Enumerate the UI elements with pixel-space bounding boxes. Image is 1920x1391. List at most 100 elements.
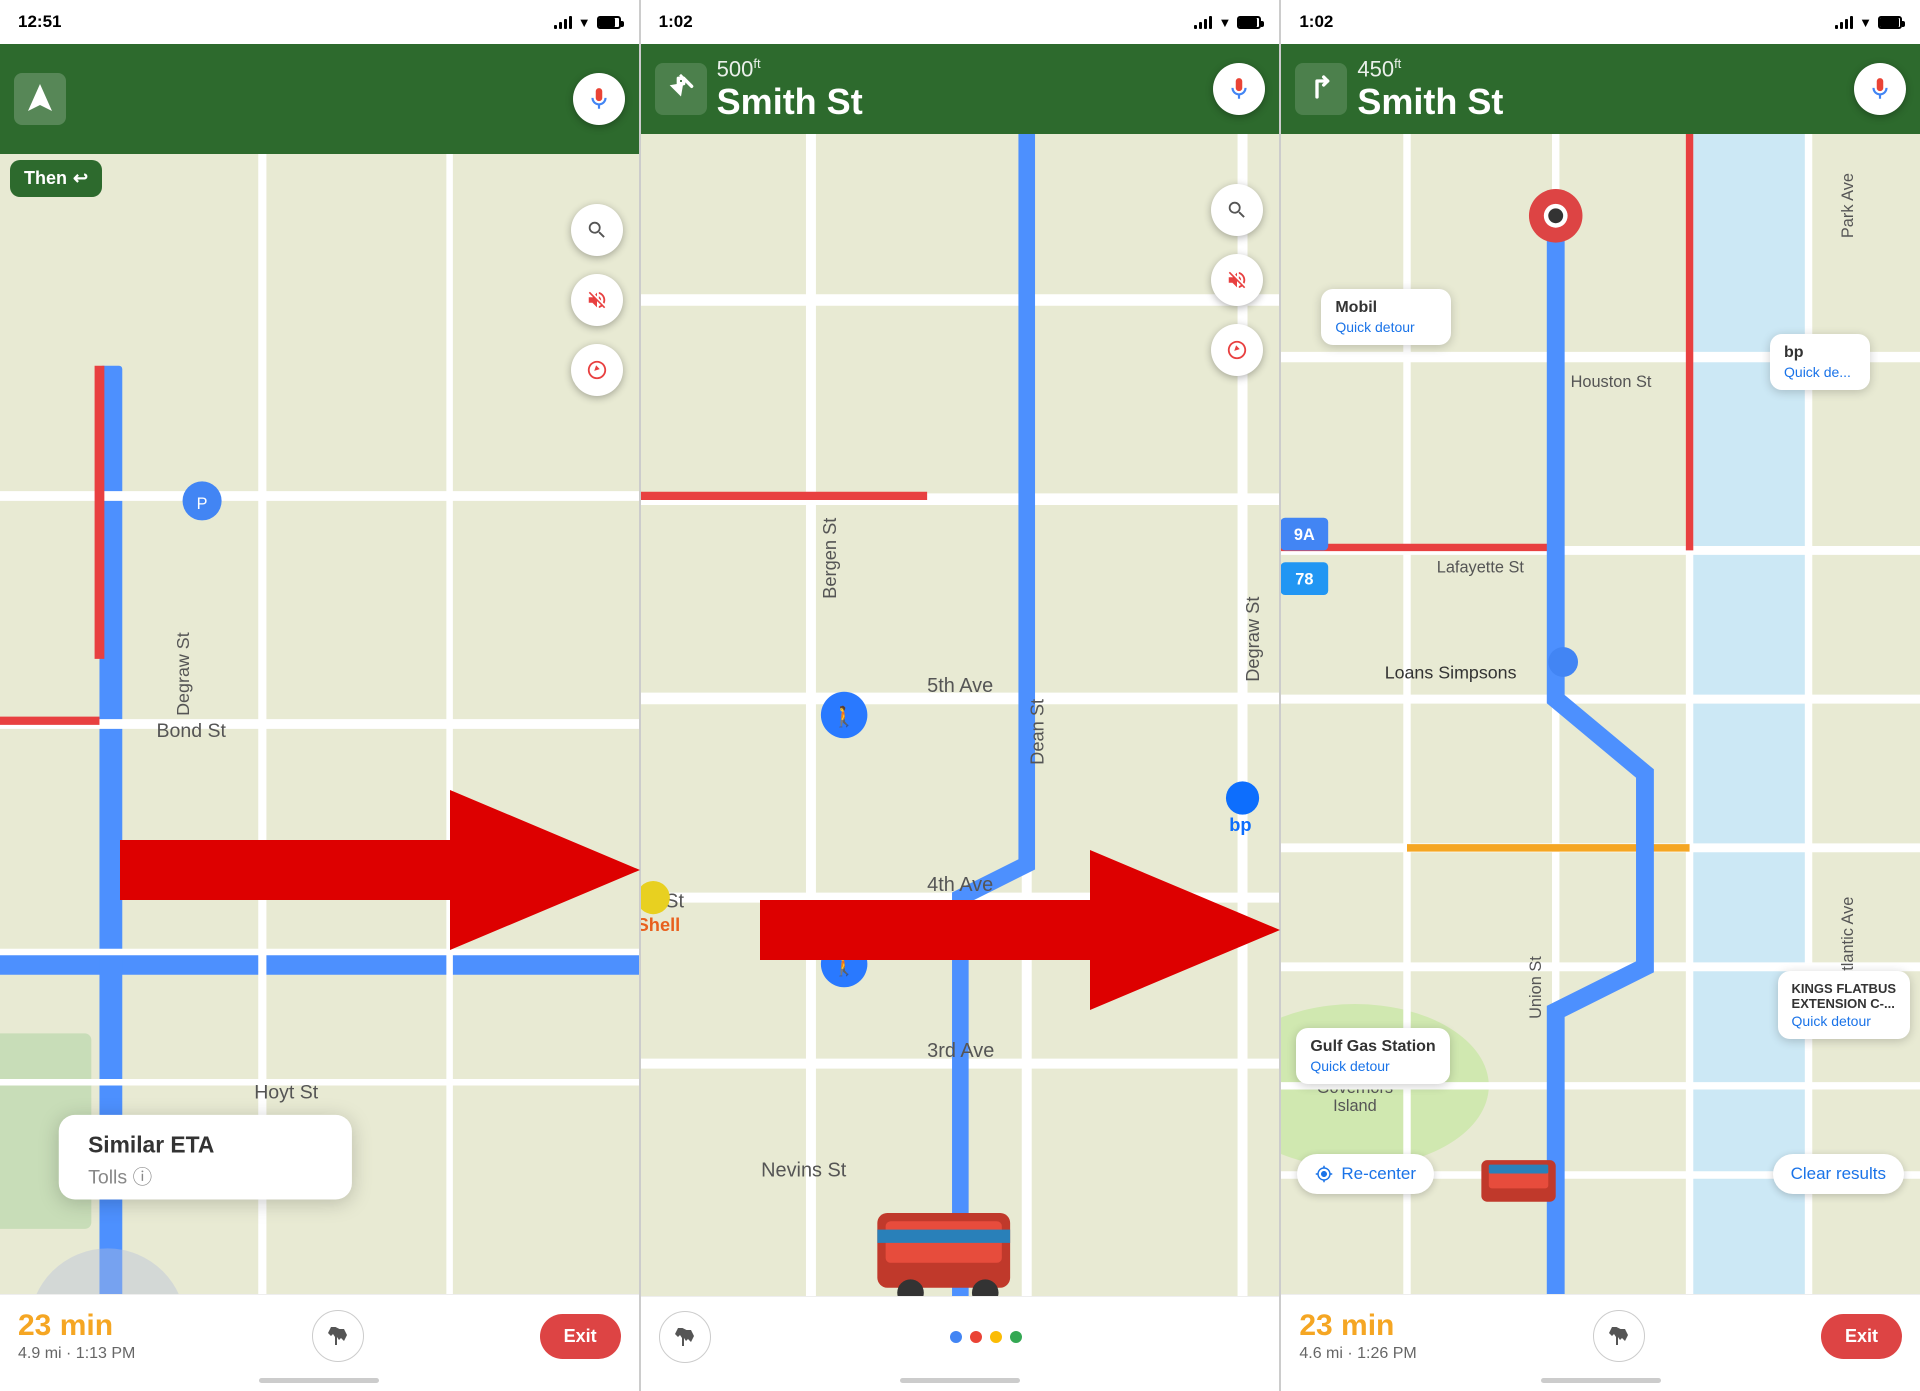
routes-button-1[interactable] [312, 1310, 364, 1362]
kings-sub: Quick detour [1792, 1013, 1896, 1029]
svg-text:Dean St: Dean St [1026, 699, 1047, 765]
svg-text:Nevins St: Nevins St [761, 1159, 847, 1181]
map-svg-1: Boerum Park Thomas Green [0, 154, 639, 1294]
svg-text:4th Ave: 4th Ave [927, 874, 993, 896]
gulf-popup: Gulf Gas Station Quick detour [1296, 1028, 1449, 1084]
battery-icon-1 [597, 16, 621, 29]
status-icons-1: ▼ [554, 15, 621, 30]
battery-icon-3 [1878, 16, 1902, 29]
status-bar-1: 12:51 ▼ [0, 0, 639, 44]
map-area-3[interactable]: Governors Island Houston St La [1281, 134, 1920, 1294]
nav-street-3: Smith St [1357, 82, 1503, 122]
svg-text:Loans Simpsons: Loans Simpsons [1385, 662, 1517, 682]
nav-header-left-2: 500ft Smith St [655, 56, 863, 122]
bottom-bar-1: 23 min 4.9 mi · 1:13 PM Exit [0, 1294, 639, 1391]
bp-popup: bp Quick de... [1770, 334, 1870, 390]
signal-icon-1 [554, 15, 572, 29]
eta-section-3: 23 min 4.6 mi · 1:26 PM [1299, 1309, 1416, 1363]
battery-icon-2 [1237, 16, 1261, 29]
bp-name: bp [1784, 344, 1856, 362]
svg-text:78: 78 [1296, 571, 1314, 589]
svg-text:Bond St: Bond St [156, 720, 226, 742]
nav-turn-icon-3 [1295, 63, 1347, 115]
nav-street-2: Smith St [717, 82, 863, 122]
signal-icon-2 [1194, 15, 1212, 29]
svg-text:Tolls ⓘ: Tolls ⓘ [88, 1166, 152, 1188]
svg-text:Houston St: Houston St [1571, 373, 1652, 391]
status-time-3: 1:02 [1299, 12, 1333, 32]
nav-distance-3: 450ft [1357, 56, 1503, 82]
svg-text:🚶: 🚶 [831, 704, 856, 728]
search-button-1[interactable] [571, 204, 623, 256]
mic-button-2[interactable] [1213, 63, 1265, 115]
svg-text:9A: 9A [1294, 526, 1315, 544]
nav-header-1 [0, 44, 639, 154]
svg-text:5th Ave: 5th Ave [927, 675, 993, 697]
phone-panel-1: 12:51 ▼ [0, 0, 641, 1391]
svg-text:Degraw St: Degraw St [1242, 597, 1263, 682]
mute-button-1[interactable] [571, 274, 623, 326]
svg-text:🚶: 🚶 [831, 953, 856, 977]
nav-direction-icon-1 [14, 73, 66, 125]
map-area-2[interactable]: Bergen St Bergen St Dean St Degraw St 5t… [641, 134, 1280, 1296]
map-svg-2: Bergen St Bergen St Dean St Degraw St 5t… [641, 134, 1280, 1296]
svg-text:Shell: Shell [641, 914, 680, 935]
mic-button-1[interactable] [573, 73, 625, 125]
compass-button-1[interactable] [571, 344, 623, 396]
eta-detail-3: 4.6 mi · 1:26 PM [1299, 1345, 1416, 1363]
bp-sub: Quick de... [1784, 364, 1856, 380]
home-indicator-2 [900, 1378, 1020, 1383]
mobil-sub: Quick detour [1335, 319, 1437, 335]
phone-panel-2: 1:02 ▼ 500ft [641, 0, 1282, 1391]
svg-text:Degraw St: Degraw St [173, 632, 193, 716]
clear-results-button[interactable]: Clear results [1773, 1154, 1904, 1194]
mic-button-3[interactable] [1854, 63, 1906, 115]
svg-text:Lafayette St: Lafayette St [1437, 559, 1525, 577]
map-area-1[interactable]: Boerum Park Thomas Green [0, 154, 639, 1294]
wifi-icon-3: ▼ [1859, 15, 1872, 30]
svg-text:Similar ETA: Similar ETA [88, 1131, 214, 1157]
exit-button-1[interactable]: Exit [540, 1314, 621, 1359]
wifi-icon-2: ▼ [1218, 15, 1231, 30]
status-icons-3: ▼ [1835, 15, 1902, 30]
then-icon: ↩ [73, 168, 88, 189]
compass-button-2[interactable] [1211, 324, 1263, 376]
svg-text:3rd Ave: 3rd Ave [927, 1040, 994, 1062]
nav-header-left-3: 450ft Smith St [1295, 56, 1503, 122]
signal-icon-3 [1835, 15, 1853, 29]
nav-text-2: 500ft Smith St [717, 56, 863, 122]
kings-name: KINGS FLATBUSEXTENSION C-... [1792, 981, 1896, 1011]
status-bar-3: 1:02 ▼ [1281, 0, 1920, 44]
nav-turn-icon-2 [655, 63, 707, 115]
gulf-sub: Quick detour [1310, 1058, 1435, 1074]
eta-section-1: 23 min 4.9 mi · 1:13 PM [18, 1309, 135, 1363]
gulf-name: Gulf Gas Station [1310, 1038, 1435, 1056]
svg-text:bp: bp [1229, 814, 1251, 835]
kings-popup: KINGS FLATBUSEXTENSION C-... Quick detou… [1778, 971, 1910, 1039]
svg-text:Atlantic Ave: Atlantic Ave [1840, 897, 1858, 982]
recenter-button[interactable]: Re-center [1297, 1154, 1434, 1194]
search-button-2[interactable] [1211, 184, 1263, 236]
home-indicator-1 [259, 1378, 379, 1383]
svg-text:Union St: Union St [1527, 956, 1545, 1019]
eta-detail-1: 4.9 mi · 1:13 PM [18, 1345, 135, 1363]
svg-text:Park Ave: Park Ave [1840, 173, 1858, 238]
mute-button-2[interactable] [1211, 254, 1263, 306]
status-time-1: 12:51 [18, 12, 61, 32]
dot-blue [950, 1331, 962, 1343]
exit-button-3[interactable]: Exit [1821, 1314, 1902, 1359]
routes-button-3[interactable] [1593, 1310, 1645, 1362]
loading-dots [711, 1331, 1262, 1343]
recenter-label: Re-center [1341, 1164, 1416, 1184]
phone-panel-3: 1:02 ▼ 450ft [1281, 0, 1920, 1391]
status-icons-2: ▼ [1194, 15, 1261, 30]
svg-text:Island: Island [1333, 1097, 1377, 1115]
svg-text:Columbia St: Columbia St [1281, 781, 1285, 870]
svg-text:Bergen St: Bergen St [819, 518, 840, 599]
bottom-bar-3: 23 min 4.6 mi · 1:26 PM Exit [1281, 1294, 1920, 1391]
routes-button-2[interactable] [659, 1311, 711, 1363]
svg-text:Hoyt St: Hoyt St [254, 1082, 319, 1104]
dot-green [1010, 1331, 1022, 1343]
dot-red [970, 1331, 982, 1343]
eta-time-1: 23 min [18, 1309, 135, 1343]
